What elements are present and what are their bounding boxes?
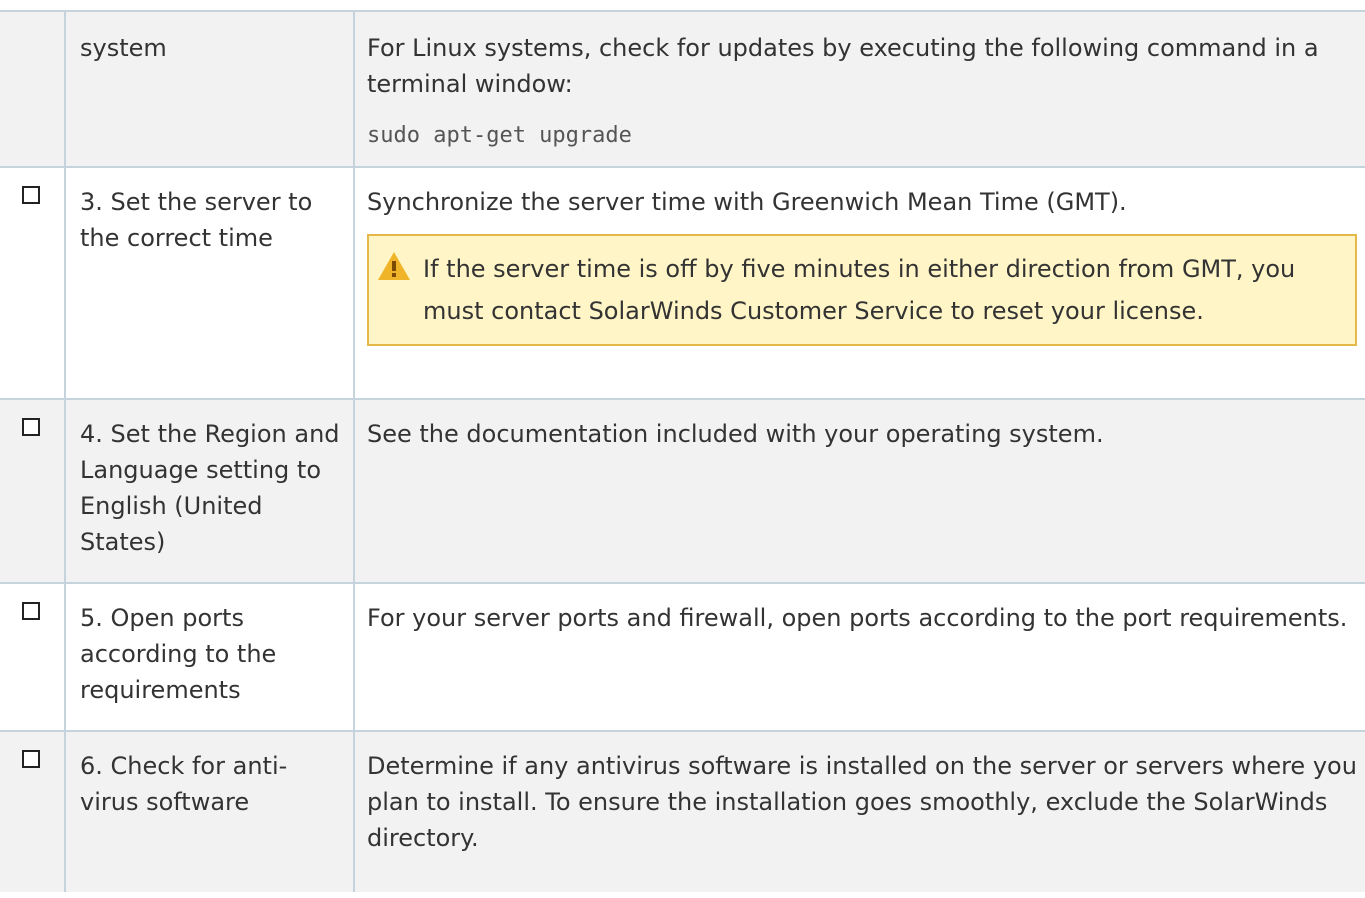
step-label: 6. Check for anti-virus software: [80, 752, 288, 816]
command-code: sudo apt-get upgrade: [367, 123, 632, 148]
step-cell: 3. Set the server to the correct time: [66, 168, 355, 398]
step-label: 5. Open ports according to the requireme…: [80, 604, 277, 704]
checkbox-cell: [0, 400, 66, 582]
checkbox-cell: [0, 732, 66, 892]
step-checkbox[interactable]: [22, 602, 40, 620]
table-row: 4. Set the Region and Language setting t…: [0, 400, 1365, 584]
description-text: For Linux systems, check for updates by …: [367, 34, 1319, 98]
step-checkbox[interactable]: [22, 186, 40, 204]
description-cell: See the documentation included with your…: [355, 400, 1365, 582]
warning-note: If the server time is off by five minute…: [367, 234, 1357, 346]
description-cell: Determine if any antivirus software is i…: [355, 732, 1365, 892]
step-cell: 6. Check for anti-virus software: [66, 732, 355, 892]
step-cell: 4. Set the Region and Language setting t…: [66, 400, 355, 582]
step-label: system: [80, 34, 167, 62]
checkbox-cell: [0, 584, 66, 730]
step-cell: system: [66, 12, 355, 166]
step-checkbox[interactable]: [22, 750, 40, 768]
step-checkbox[interactable]: [22, 418, 40, 436]
warning-text: If the server time is off by five minute…: [423, 255, 1296, 325]
description-cell: For Linux systems, check for updates by …: [355, 12, 1365, 166]
step-label: 3. Set the server to the correct time: [80, 188, 313, 252]
checkbox-cell: [0, 12, 66, 166]
step-cell: 5. Open ports according to the requireme…: [66, 584, 355, 730]
description-text: Synchronize the server time with Greenwi…: [367, 188, 1127, 216]
description-cell: Synchronize the server time with Greenwi…: [355, 168, 1365, 398]
description-text: Determine if any antivirus software is i…: [367, 752, 1357, 852]
table-row: 6. Check for anti-virus software Determi…: [0, 732, 1365, 892]
table-row: 5. Open ports according to the requireme…: [0, 584, 1365, 732]
warning-icon: [378, 252, 410, 280]
checkbox-cell: [0, 168, 66, 398]
description-text: For your server ports and firewall, open…: [367, 604, 1348, 632]
table-row: 3. Set the server to the correct time Sy…: [0, 168, 1365, 400]
description-text: See the documentation included with your…: [367, 420, 1104, 448]
description-cell: For your server ports and firewall, open…: [355, 584, 1365, 730]
step-label: 4. Set the Region and Language setting t…: [80, 420, 340, 556]
table-row: system For Linux systems, check for upda…: [0, 12, 1365, 168]
checklist-table: system For Linux systems, check for upda…: [0, 10, 1365, 892]
